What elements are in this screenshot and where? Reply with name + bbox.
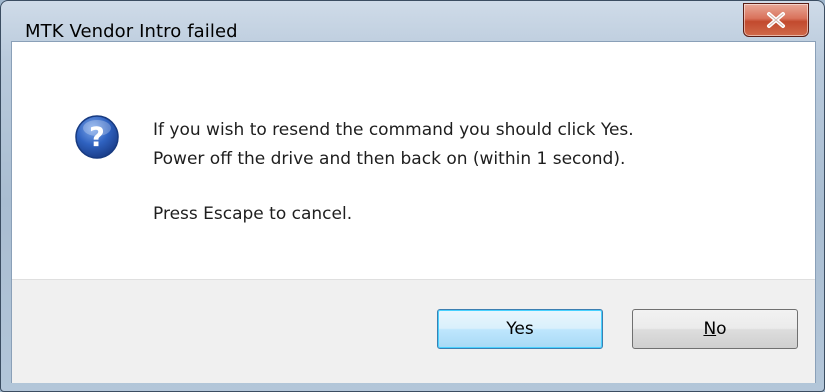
button-bar: Yes No xyxy=(12,279,815,383)
dialog-client-area: ? If you wish to resend the command you … xyxy=(11,41,816,383)
yes-button-label: Yes xyxy=(506,319,534,339)
message-line-1: If you wish to resend the command you sh… xyxy=(153,120,634,140)
no-button-mnemonic: N xyxy=(703,319,717,339)
window-title: MTK Vendor Intro failed xyxy=(25,21,238,42)
question-icon: ? xyxy=(75,115,119,159)
message-area: ? If you wish to resend the command you … xyxy=(12,42,815,279)
close-button[interactable] xyxy=(743,3,809,37)
message-line-2: Power off the drive and then back on (wi… xyxy=(153,149,626,169)
no-button[interactable]: No xyxy=(632,309,798,349)
message-text: If you wish to resend the command you sh… xyxy=(153,116,634,229)
question-glyph: ? xyxy=(89,122,105,153)
message-line-3: Press Escape to cancel. xyxy=(153,204,353,224)
no-button-label-rest: o xyxy=(716,319,727,339)
dialog-window: MTK Vendor Intro failed ? If you wish to… xyxy=(0,0,825,392)
yes-button[interactable]: Yes xyxy=(437,309,603,349)
close-icon xyxy=(767,12,785,28)
